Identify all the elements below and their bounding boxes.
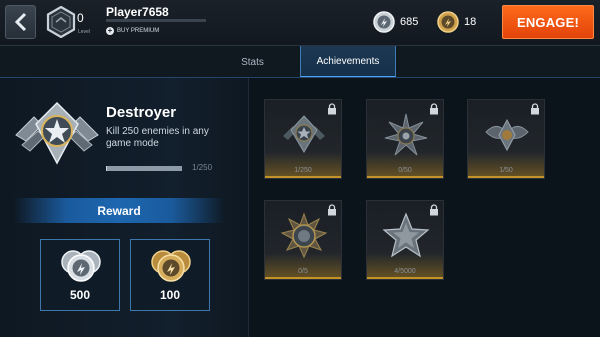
burst-medal-icon bbox=[384, 113, 428, 156]
xp-bar bbox=[106, 19, 206, 22]
gold-value: 18 bbox=[464, 16, 477, 28]
destroyer-medal-icon bbox=[283, 115, 325, 153]
achievement-tile[interactable]: 1/250 bbox=[264, 99, 342, 179]
engage-button[interactable]: ENGAGE! bbox=[502, 5, 594, 39]
reward-silver-card: 500 bbox=[40, 239, 120, 311]
reward-gold-value: 100 bbox=[159, 288, 181, 302]
player-name: Player7658 bbox=[106, 5, 169, 19]
lock-icon bbox=[531, 103, 539, 115]
achievement-tile[interactable]: 0/50 bbox=[366, 99, 444, 179]
wings-medal-icon bbox=[485, 118, 529, 152]
achievement-description: Kill 250 enemies in any game mode bbox=[106, 126, 209, 149]
level-label: Level bbox=[78, 29, 90, 35]
gold-coins-icon bbox=[151, 250, 191, 282]
silver-value: 685 bbox=[400, 16, 419, 28]
tab-bar: Stats Achievements bbox=[0, 46, 600, 78]
achievement-tile[interactable]: 0/5 bbox=[264, 200, 342, 280]
tab-stats[interactable]: Stats bbox=[205, 46, 300, 78]
achievement-progress: 4/5000 bbox=[394, 268, 416, 275]
plus-icon: + bbox=[106, 25, 114, 35]
reward-title: Reward bbox=[97, 203, 141, 218]
silver-currency: 685 bbox=[373, 10, 418, 34]
achievement-progress: 1/50 bbox=[499, 167, 513, 174]
achievement-progress-bar bbox=[106, 166, 182, 171]
lock-icon bbox=[328, 103, 336, 115]
achievement-title: Destroyer bbox=[106, 104, 177, 121]
achievement-progress-text: 1/250 bbox=[192, 163, 213, 172]
destroyer-medal-icon bbox=[15, 101, 99, 165]
reward-gold-card: 100 bbox=[130, 239, 210, 311]
achievement-progress: 0/5 bbox=[298, 268, 308, 275]
chevron-left-icon bbox=[14, 12, 26, 32]
level-hexagon-icon bbox=[46, 6, 76, 38]
buy-premium-label: BUY PREMIUM bbox=[117, 27, 160, 34]
achievement-tile[interactable]: 4/5000 bbox=[366, 200, 444, 280]
tab-achievements[interactable]: Achievements bbox=[300, 46, 396, 78]
reward-silver-value: 500 bbox=[69, 288, 91, 302]
achievement-tile[interactable]: 1/50 bbox=[467, 99, 545, 179]
gold-coin-icon bbox=[437, 11, 459, 33]
lock-icon bbox=[328, 204, 336, 216]
silver-coins-icon bbox=[61, 250, 101, 282]
silver-coin-icon bbox=[373, 11, 395, 33]
achievement-progress: 1/250 bbox=[294, 167, 312, 174]
buy-premium-link[interactable]: + BUY PREMIUM bbox=[106, 26, 159, 35]
sunburst-medal-icon bbox=[280, 212, 328, 259]
reward-header: Reward bbox=[14, 198, 224, 223]
lock-icon bbox=[430, 103, 438, 115]
star-medal-icon bbox=[382, 212, 430, 258]
top-bar: 0 Level Player7658 + BUY PREMIUM 685 18 … bbox=[0, 0, 600, 46]
back-button[interactable] bbox=[5, 5, 36, 39]
level-value: 0 bbox=[77, 11, 84, 25]
lock-icon bbox=[430, 204, 438, 216]
gold-currency: 18 bbox=[437, 10, 476, 34]
achievement-progress: 0/50 bbox=[398, 167, 412, 174]
